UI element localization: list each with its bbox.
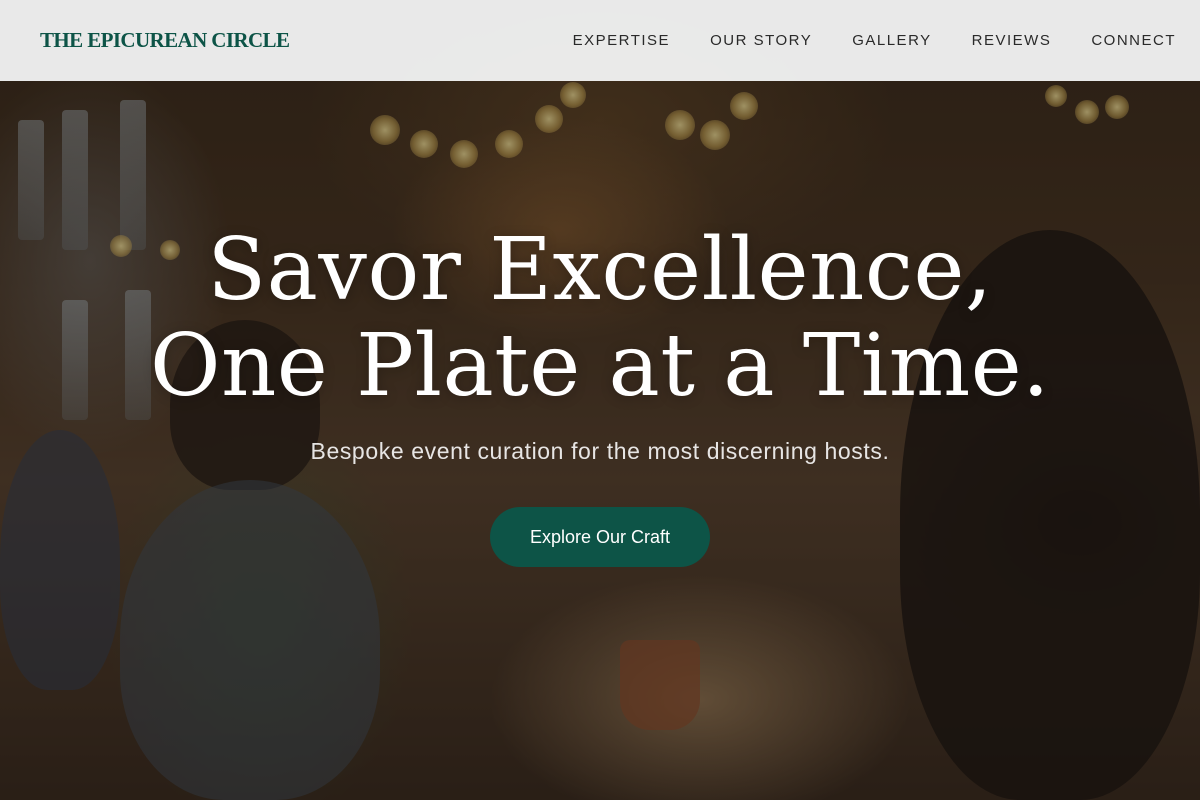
nav-link-expertise[interactable]: EXPERTISE	[573, 32, 670, 49]
site-header: THE EPICUREAN CIRCLE EXPERTISE OUR STORY…	[0, 0, 1200, 81]
hero-title-line-1: Savor Excellence,	[207, 220, 993, 320]
hero-subtitle: Bespoke event curation for the most disc…	[310, 438, 890, 464]
brand-logo[interactable]: THE EPICUREAN CIRCLE	[40, 28, 290, 53]
main-nav: EXPERTISE OUR STORY GALLERY REVIEWS CONN…	[573, 32, 1176, 49]
nav-link-gallery[interactable]: GALLERY	[852, 32, 931, 49]
landing-page: THE EPICUREAN CIRCLE EXPERTISE OUR STORY…	[0, 0, 1200, 800]
nav-link-reviews[interactable]: REVIEWS	[972, 32, 1052, 49]
hero-title-line-2: One Plate at a Time.	[150, 316, 1050, 416]
nav-link-connect[interactable]: CONNECT	[1091, 32, 1176, 49]
hero-title: Savor Excellence, One Plate at a Time.	[0, 222, 1200, 414]
hero-section: Savor Excellence, One Plate at a Time. B…	[0, 222, 1200, 567]
explore-craft-button[interactable]: Explore Our Craft	[489, 507, 711, 567]
nav-link-our-story[interactable]: OUR STORY	[710, 32, 812, 49]
